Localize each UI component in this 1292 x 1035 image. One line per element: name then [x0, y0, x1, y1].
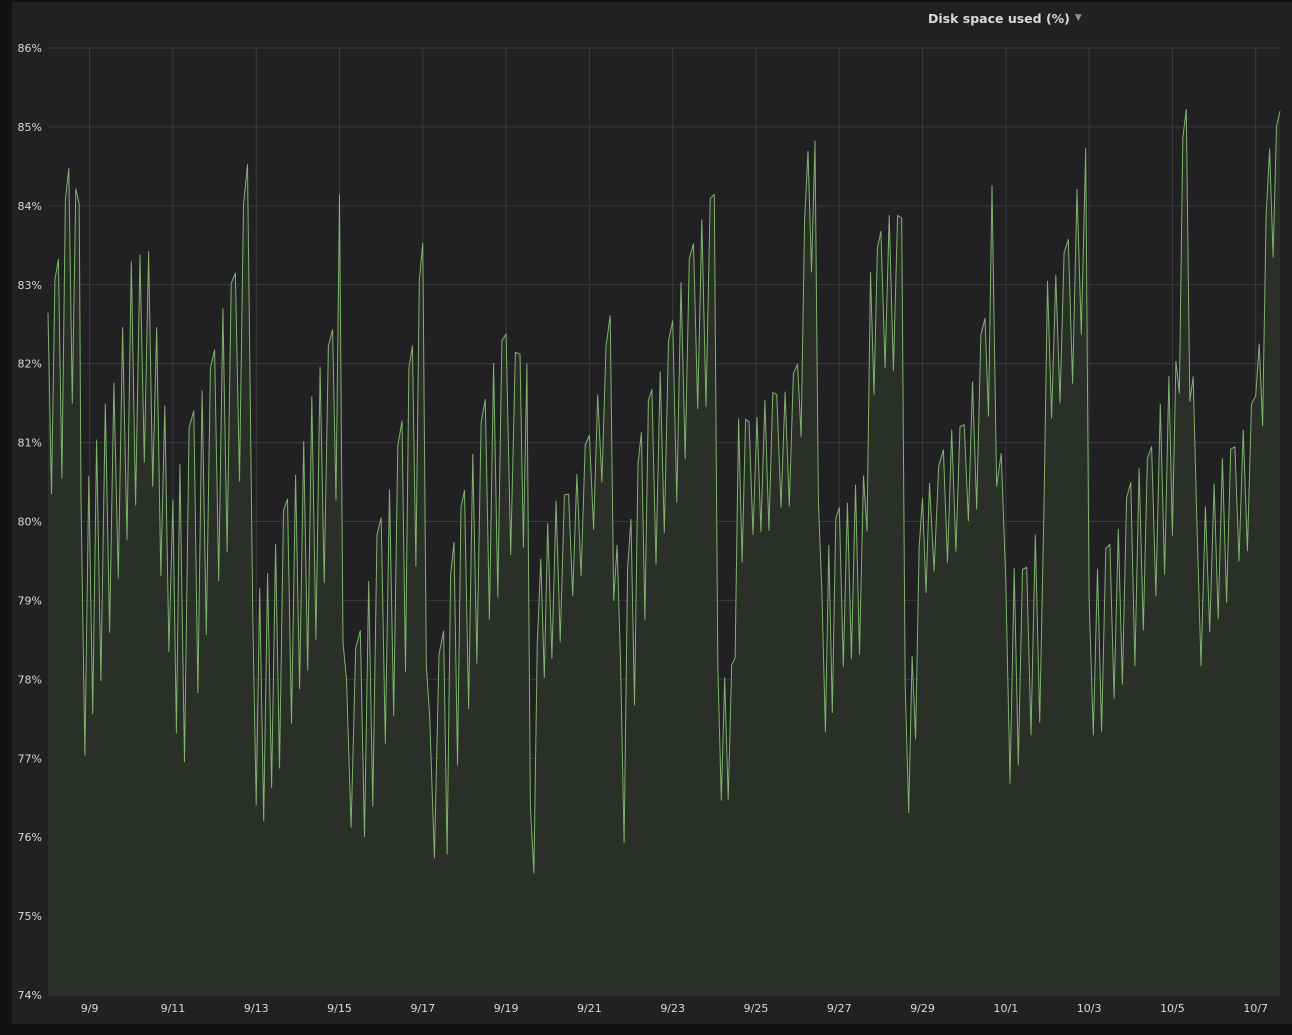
- y-tick-label: 82%: [18, 358, 42, 371]
- x-tick-label: 9/29: [910, 1002, 935, 1015]
- y-tick-label: 86%: [18, 42, 42, 55]
- x-tick-label: 9/27: [827, 1002, 852, 1015]
- x-tick-label: 9/13: [244, 1002, 269, 1015]
- x-tick-label: 9/19: [494, 1002, 519, 1015]
- y-tick-label: 83%: [18, 279, 42, 292]
- y-tick-label: 85%: [18, 121, 42, 134]
- y-tick-label: 80%: [18, 516, 42, 529]
- x-tick-label: 9/15: [327, 1002, 352, 1015]
- series-area-fill: [48, 109, 1280, 995]
- x-tick-label: 10/3: [1077, 1002, 1102, 1015]
- y-tick-label: 76%: [18, 831, 42, 844]
- x-axis-ticks: 9/9 9/11 9/13 9/15 9/17 9/19 9/21 9/23 9/25 9/27 9…: [81, 1002, 1268, 1015]
- x-tick-label: 9/17: [410, 1002, 435, 1015]
- x-tick-label: 9/11: [161, 1002, 186, 1015]
- y-tick-label: 77%: [18, 752, 42, 765]
- chart-canvas: 74%75%76%77%78%79%80%81%82%83%84%85%86% …: [18, 42, 1281, 1015]
- y-axis-ticks: 74% 75% 76% 77% 78% 79% 80% 81% 82% 83% 84% 85% 86%: [18, 42, 42, 1002]
- y-tick-label: 79%: [18, 594, 42, 607]
- x-tick-label: 10/7: [1243, 1002, 1268, 1015]
- x-tick-label: 10/1: [993, 1002, 1018, 1015]
- y-tick-label: 74%: [18, 989, 42, 1002]
- x-tick-label: 9/23: [660, 1002, 685, 1015]
- x-tick-label: 9/9: [81, 1002, 99, 1015]
- x-tick-label: 10/5: [1160, 1002, 1185, 1015]
- series-area: [48, 109, 1280, 995]
- y-tick-label: 81%: [18, 437, 42, 450]
- y-tick-label: 75%: [18, 910, 42, 923]
- y-tick-label: 78%: [18, 673, 42, 686]
- x-tick-label: 9/21: [577, 1002, 602, 1015]
- x-tick-label: 9/25: [744, 1002, 769, 1015]
- y-tick-label: 84%: [18, 200, 42, 213]
